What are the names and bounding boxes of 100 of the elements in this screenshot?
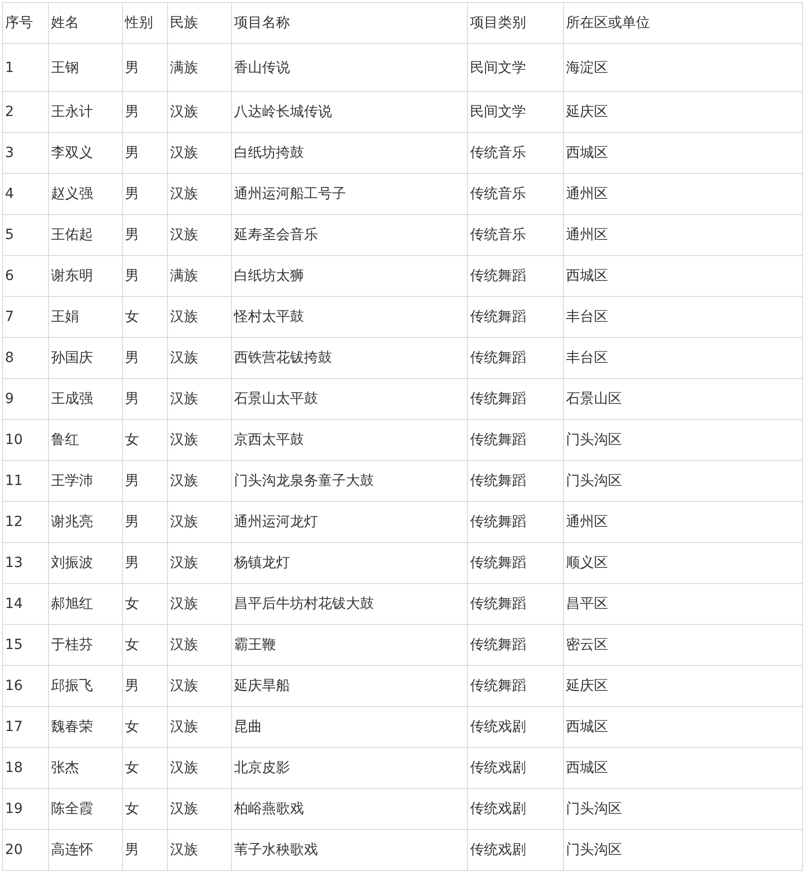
table-cell: 石景山区 (564, 378, 802, 420)
table-cell: 西城区 (564, 256, 802, 296)
table-cell: 陈全霞 (48, 788, 122, 830)
table-cell: 1 (2, 44, 48, 92)
table-cell: 传统舞蹈 (468, 378, 564, 420)
table-cell: 汉族 (168, 214, 232, 256)
table-cell: 6 (2, 256, 48, 296)
table-cell: 传统戏剧 (468, 830, 564, 870)
column-header: 姓名 (48, 2, 122, 44)
table-cell: 白纸坊挎鼓 (232, 132, 468, 174)
table-cell: 魏春荣 (48, 706, 122, 748)
table-cell: 男 (122, 502, 168, 542)
column-header: 项目类别 (468, 2, 564, 44)
table-cell: 男 (122, 338, 168, 378)
table-cell: 20 (2, 830, 48, 870)
table-cell: 于桂芬 (48, 624, 122, 666)
table-cell: 郝旭红 (48, 584, 122, 624)
table-cell: 丰台区 (564, 296, 802, 338)
table-cell: 杨镇龙灯 (232, 542, 468, 584)
table-cell: 丰台区 (564, 338, 802, 378)
table-cell: 通州区 (564, 174, 802, 214)
table-cell: 男 (122, 44, 168, 92)
table-cell: 13 (2, 542, 48, 584)
table-cell: 高连怀 (48, 830, 122, 870)
table-cell: 汉族 (168, 378, 232, 420)
table-cell: 男 (122, 542, 168, 584)
table-cell: 12 (2, 502, 48, 542)
table-cell: 女 (122, 788, 168, 830)
table-cell: 邱振飞 (48, 666, 122, 706)
table-cell: 汉族 (168, 706, 232, 748)
table-cell: 王佑起 (48, 214, 122, 256)
table-cell: 传统音乐 (468, 132, 564, 174)
table-cell: 门头沟区 (564, 420, 802, 460)
table-cell: 17 (2, 706, 48, 748)
table-cell: 汉族 (168, 624, 232, 666)
table-cell: 白纸坊太狮 (232, 256, 468, 296)
table-cell: 王永计 (48, 92, 122, 132)
table-cell: 延庆旱船 (232, 666, 468, 706)
table-cell: 传统戏剧 (468, 706, 564, 748)
table-cell: 女 (122, 706, 168, 748)
table-cell: 汉族 (168, 502, 232, 542)
table-cell: 5 (2, 214, 48, 256)
table-cell: 女 (122, 624, 168, 666)
table-cell: 刘振波 (48, 542, 122, 584)
table-cell: 9 (2, 378, 48, 420)
table-cell: 西铁营花钹挎鼓 (232, 338, 468, 378)
table-cell: 满族 (168, 44, 232, 92)
table-cell: 传统戏剧 (468, 748, 564, 788)
table-cell: 传统舞蹈 (468, 624, 564, 666)
table-cell: 3 (2, 132, 48, 174)
table-cell: 汉族 (168, 132, 232, 174)
table-cell: 男 (122, 666, 168, 706)
table-cell: 男 (122, 460, 168, 502)
table-cell: 传统舞蹈 (468, 296, 564, 338)
table-cell: 西城区 (564, 748, 802, 788)
table-cell: 王学沛 (48, 460, 122, 502)
table-cell: 八达岭长城传说 (232, 92, 468, 132)
table-cell: 通州区 (564, 502, 802, 542)
table-cell: 女 (122, 584, 168, 624)
table-cell: 王成强 (48, 378, 122, 420)
table-cell: 汉族 (168, 92, 232, 132)
table-cell: 汉族 (168, 788, 232, 830)
table-cell: 顺义区 (564, 542, 802, 584)
table-cell: 汉族 (168, 748, 232, 788)
table-cell: 通州区 (564, 214, 802, 256)
table-cell: 汉族 (168, 174, 232, 214)
table-cell: 传统戏剧 (468, 788, 564, 830)
table-cell: 汉族 (168, 584, 232, 624)
table-cell: 昆曲 (232, 706, 468, 748)
table-cell: 男 (122, 174, 168, 214)
table-cell: 赵义强 (48, 174, 122, 214)
table-cell: 汉族 (168, 338, 232, 378)
table-cell: 14 (2, 584, 48, 624)
table-cell: 香山传说 (232, 44, 468, 92)
table-cell: 李双义 (48, 132, 122, 174)
table-cell: 传统舞蹈 (468, 584, 564, 624)
table-cell: 门头沟区 (564, 460, 802, 502)
table-cell: 传统舞蹈 (468, 502, 564, 542)
table-cell: 柏峪燕歌戏 (232, 788, 468, 830)
table-cell: 王娟 (48, 296, 122, 338)
table-cell: 11 (2, 460, 48, 502)
table-cell: 男 (122, 378, 168, 420)
table-cell: 男 (122, 92, 168, 132)
table-cell: 张杰 (48, 748, 122, 788)
table-cell: 民间文学 (468, 92, 564, 132)
table-cell: 男 (122, 132, 168, 174)
table-cell: 传统舞蹈 (468, 460, 564, 502)
table-cell: 汉族 (168, 830, 232, 870)
table-cell: 昌平区 (564, 584, 802, 624)
table-cell: 10 (2, 420, 48, 460)
table-cell: 4 (2, 174, 48, 214)
table-cell: 传统舞蹈 (468, 420, 564, 460)
table-cell: 孙国庆 (48, 338, 122, 378)
column-header: 所在区或单位 (564, 2, 802, 44)
table-cell: 传统舞蹈 (468, 338, 564, 378)
table-cell: 延庆区 (564, 92, 802, 132)
table-cell: 汉族 (168, 542, 232, 584)
table-cell: 传统舞蹈 (468, 666, 564, 706)
table-cell: 王钢 (48, 44, 122, 92)
table-cell: 男 (122, 256, 168, 296)
